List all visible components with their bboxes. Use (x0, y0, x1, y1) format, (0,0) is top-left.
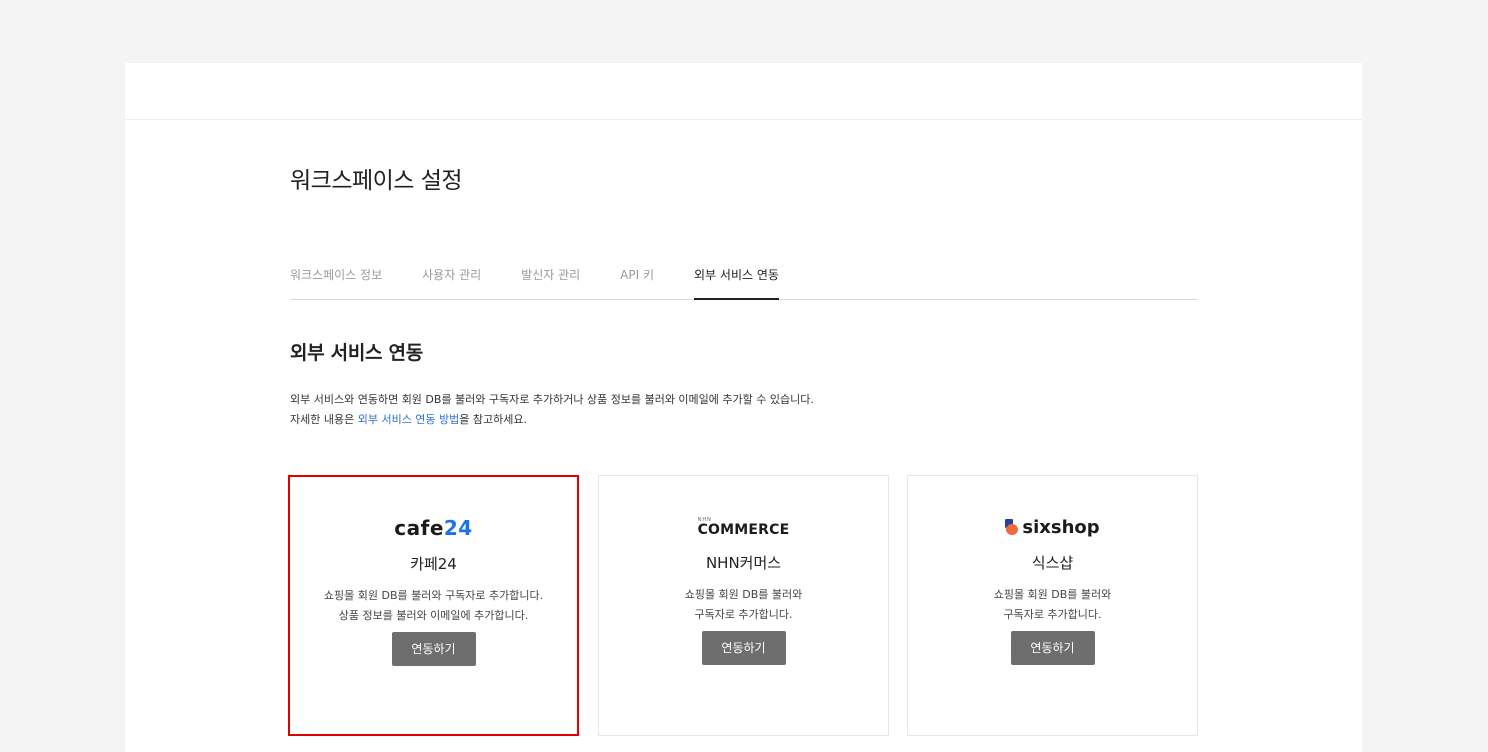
tab-external-integration[interactable]: 외부 서비스 연동 (694, 265, 779, 300)
card-description-line-2: 구독자로 추가합니다. (1003, 608, 1102, 621)
tab-workspace-info[interactable]: 워크스페이스 정보 (290, 265, 382, 300)
section-description: 외부 서비스와 연동하면 회원 DB를 불러와 구독자로 추가하거나 상품 정보… (290, 390, 814, 430)
cafe24-logo: cafe24 (290, 515, 577, 541)
cafe24-logo-text-b: 24 (443, 516, 473, 540)
description-line-2: 자세한 내용은 외부 서비스 연동 방법을 참고하세요. (290, 410, 814, 430)
description-prefix: 자세한 내용은 (290, 413, 358, 426)
card-description-line-1: 쇼핑몰 회원 DB를 불러와 구독자로 추가합니다. (323, 589, 544, 602)
card-name: 카페24 (410, 555, 457, 573)
card-description: 쇼핑몰 회원 DB를 불러와 구독자로 추가합니다. (908, 585, 1197, 625)
cafe24-logo-text: cafe24 (394, 516, 472, 540)
card-name: NHN커머스 (705, 554, 782, 572)
integration-card-nhn-commerce: NHN COMMERCE NHN커머스 쇼핑몰 회원 DB를 불러와 구독자로 … (598, 475, 889, 736)
sixshop-mark-icon (1005, 519, 1019, 535)
sixshop-logo: sixshop (908, 514, 1197, 540)
panel-header (125, 63, 1362, 120)
card-description: 쇼핑몰 회원 DB를 불러와 구독자로 추가합니다. (599, 585, 888, 625)
card-description-line-2: 구독자로 추가합니다. (694, 608, 793, 621)
card-description-line-1: 쇼핑몰 회원 DB를 불러와 (684, 588, 803, 601)
card-name: 식스샵 (1031, 554, 1074, 572)
cafe24-logo-text-a: cafe (394, 516, 444, 540)
nhn-commerce-logo: NHN COMMERCE (599, 514, 888, 540)
integration-guide-link[interactable]: 외부 서비스 연동 방법 (358, 413, 460, 426)
connect-button-nhn-commerce[interactable]: 연동하기 (701, 631, 786, 665)
card-description-line-1: 쇼핑몰 회원 DB를 불러와 (993, 588, 1112, 601)
card-description: 쇼핑몰 회원 DB를 불러와 구독자로 추가합니다. 상품 정보를 불러와 이메… (290, 586, 577, 626)
tab-sender-management[interactable]: 발신자 관리 (521, 265, 580, 300)
main-panel: 워크스페이스 설정 워크스페이스 정보 사용자 관리 발신자 관리 API 키 … (125, 63, 1362, 752)
section-title: 외부 서비스 연동 (290, 342, 423, 364)
sixshop-logo-text: sixshop (1022, 516, 1100, 538)
description-suffix: 을 참고하세요. (459, 413, 528, 426)
integration-card-cafe24: cafe24 카페24 쇼핑몰 회원 DB를 불러와 구독자로 추가합니다. 상… (288, 475, 579, 736)
integration-card-sixshop: sixshop 식스샵 쇼핑몰 회원 DB를 불러와 구독자로 추가합니다. 연… (907, 475, 1198, 736)
connect-button-sixshop[interactable]: 연동하기 (1010, 631, 1095, 665)
tab-user-management[interactable]: 사용자 관리 (422, 265, 481, 300)
description-line-1: 외부 서비스와 연동하면 회원 DB를 불러와 구독자로 추가하거나 상품 정보… (290, 393, 814, 406)
connect-button-cafe24[interactable]: 연동하기 (391, 632, 476, 666)
settings-tabs: 워크스페이스 정보 사용자 관리 발신자 관리 API 키 외부 서비스 연동 (290, 265, 1198, 300)
tab-api-key[interactable]: API 키 (620, 265, 654, 300)
card-description-line-2: 상품 정보를 불러와 이메일에 추가합니다. (338, 609, 529, 622)
nhn-logo-bottom: COMMERCE (697, 521, 790, 538)
page-title: 워크스페이스 설정 (290, 168, 463, 194)
